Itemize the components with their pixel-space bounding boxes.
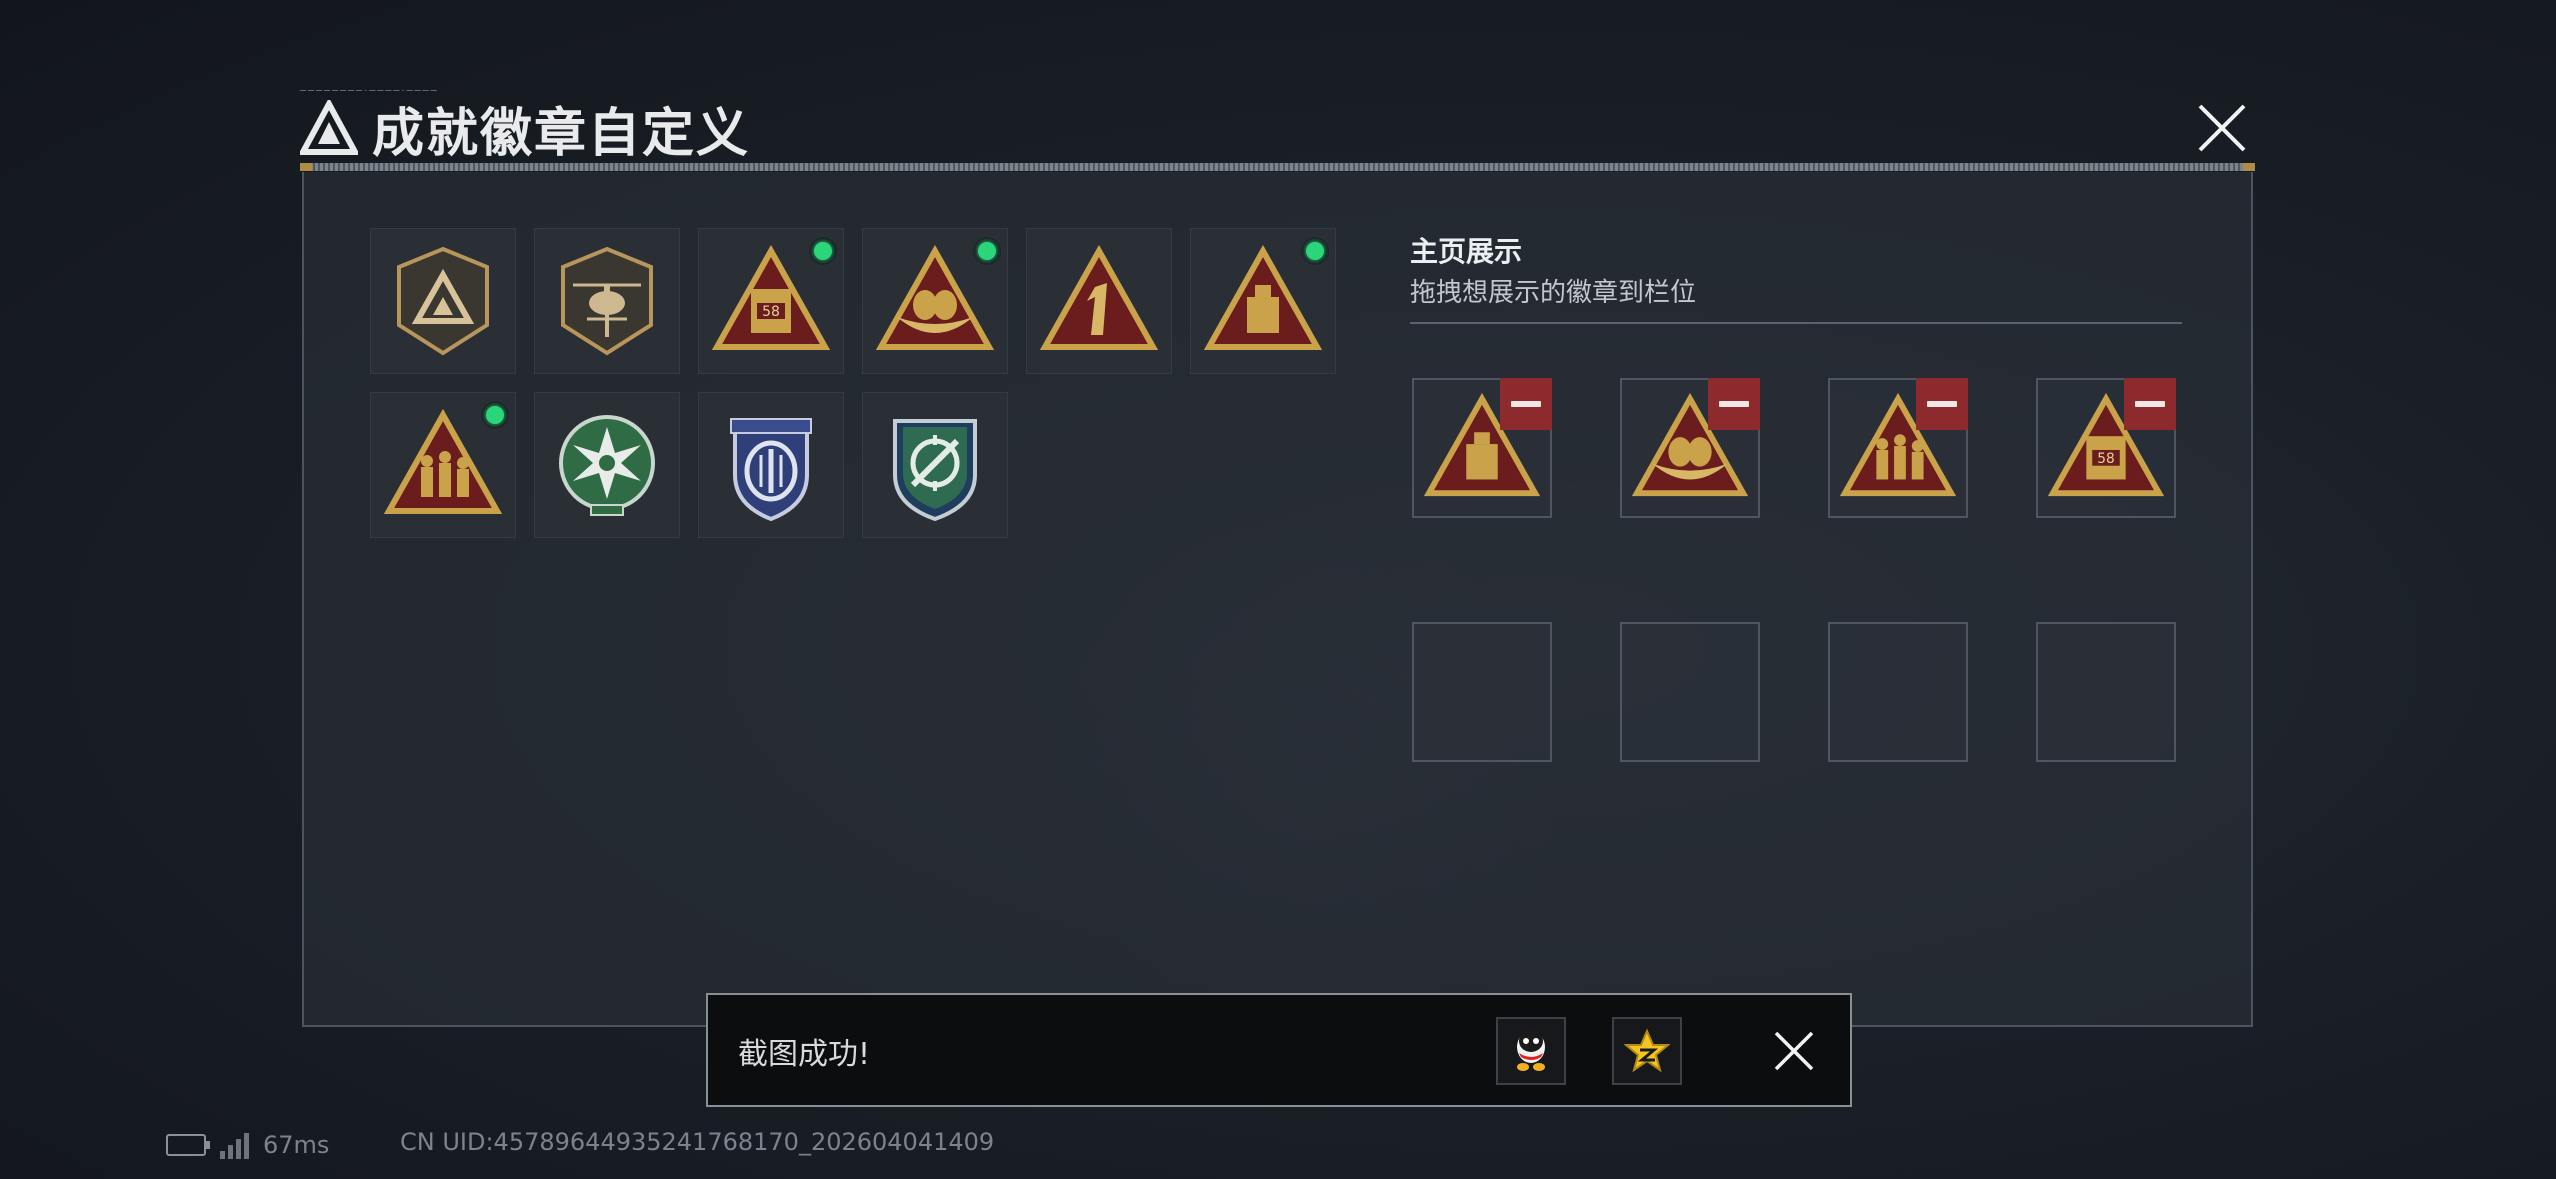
- qq-penguin-icon: [1517, 1030, 1545, 1071]
- badge-blue-police[interactable]: [698, 392, 844, 538]
- badge-shield-triangle[interactable]: [370, 228, 516, 374]
- showcase-slot-8-empty[interactable]: [2036, 622, 2176, 762]
- badge-helicopter[interactable]: [534, 228, 680, 374]
- qzone-star-icon: [1624, 1028, 1670, 1073]
- badge-green-crosshair[interactable]: [862, 392, 1008, 538]
- showcase-slot-4[interactable]: 58: [2036, 378, 2176, 518]
- page-title: 成就徽章自定义: [372, 103, 751, 164]
- showcase-slot-5-empty[interactable]: [1412, 622, 1552, 762]
- game-logo-icon: [300, 100, 358, 155]
- badge-nest-eggs[interactable]: [862, 228, 1008, 374]
- window-title-bar: ────────·────·──── 成就徽章自定义: [300, 86, 751, 168]
- status-bar: 67ms: [166, 1128, 329, 1162]
- number-one-triangle-badge-icon: [1039, 244, 1159, 350]
- showcase-slot-6-empty[interactable]: [1620, 622, 1760, 762]
- signal-strength-icon: [220, 1131, 249, 1159]
- showcase-slot-7-empty[interactable]: [1828, 622, 1968, 762]
- shield-triangle-badge-icon: [397, 246, 489, 356]
- showcase-title: 主页展示: [1410, 235, 1523, 268]
- toast-close-button[interactable]: [1768, 1025, 1820, 1077]
- ping-value: 67ms: [263, 1131, 330, 1159]
- new-indicator-dot: [809, 237, 837, 265]
- blue-police-shield-badge-icon: [730, 418, 812, 522]
- screenshot-toast: 截图成功!: [706, 993, 1852, 1107]
- badge-soldiers[interactable]: [370, 392, 516, 538]
- new-indicator-dot: [481, 401, 509, 429]
- user-uid: CN UID:4578964493524176817​0_20260404140…: [400, 1128, 995, 1156]
- showcase-subtitle: 拖拽想展示的徽章到栏位: [1410, 278, 1697, 308]
- title-divider: [300, 163, 2255, 171]
- new-indicator-dot: [973, 237, 1001, 265]
- close-icon: [1774, 1031, 1814, 1071]
- green-crosshair-shield-badge-icon: [893, 419, 977, 522]
- remove-badge-button[interactable]: [2124, 378, 2176, 430]
- green-star-emblem-badge-icon: [559, 415, 655, 516]
- showcase-slot-2[interactable]: [1620, 378, 1760, 518]
- showcase-divider: [1410, 322, 2182, 324]
- remove-badge-button[interactable]: [1708, 378, 1760, 430]
- share-qq-button[interactable]: [1496, 1017, 1566, 1085]
- badge-usb[interactable]: [1190, 228, 1336, 374]
- title-caption: ────────·────·────: [300, 86, 439, 97]
- badge-number-one[interactable]: [1026, 228, 1172, 374]
- new-indicator-dot: [1301, 237, 1329, 265]
- battery-charging-icon: [166, 1134, 210, 1156]
- remove-badge-button[interactable]: [1500, 378, 1552, 430]
- helicopter-shield-badge-icon: [561, 246, 653, 356]
- close-window-button[interactable]: [2190, 96, 2254, 160]
- badge-cargo-58[interactable]: 58: [698, 228, 844, 374]
- badge-green-star[interactable]: [534, 392, 680, 538]
- share-qzone-button[interactable]: [1612, 1017, 1682, 1085]
- toast-message: 截图成功!: [738, 1037, 871, 1072]
- svg-text:58: 58: [762, 304, 780, 320]
- badge-panel: 58 主页展示 拖拽想展示的徽章到栏位 58: [302, 172, 2253, 1027]
- svg-text:58: 58: [2097, 451, 2115, 467]
- remove-badge-button[interactable]: [1916, 378, 1968, 430]
- showcase-slot-1[interactable]: [1412, 378, 1552, 518]
- close-icon: [2198, 104, 2246, 152]
- showcase-slot-3[interactable]: [1828, 378, 1968, 518]
